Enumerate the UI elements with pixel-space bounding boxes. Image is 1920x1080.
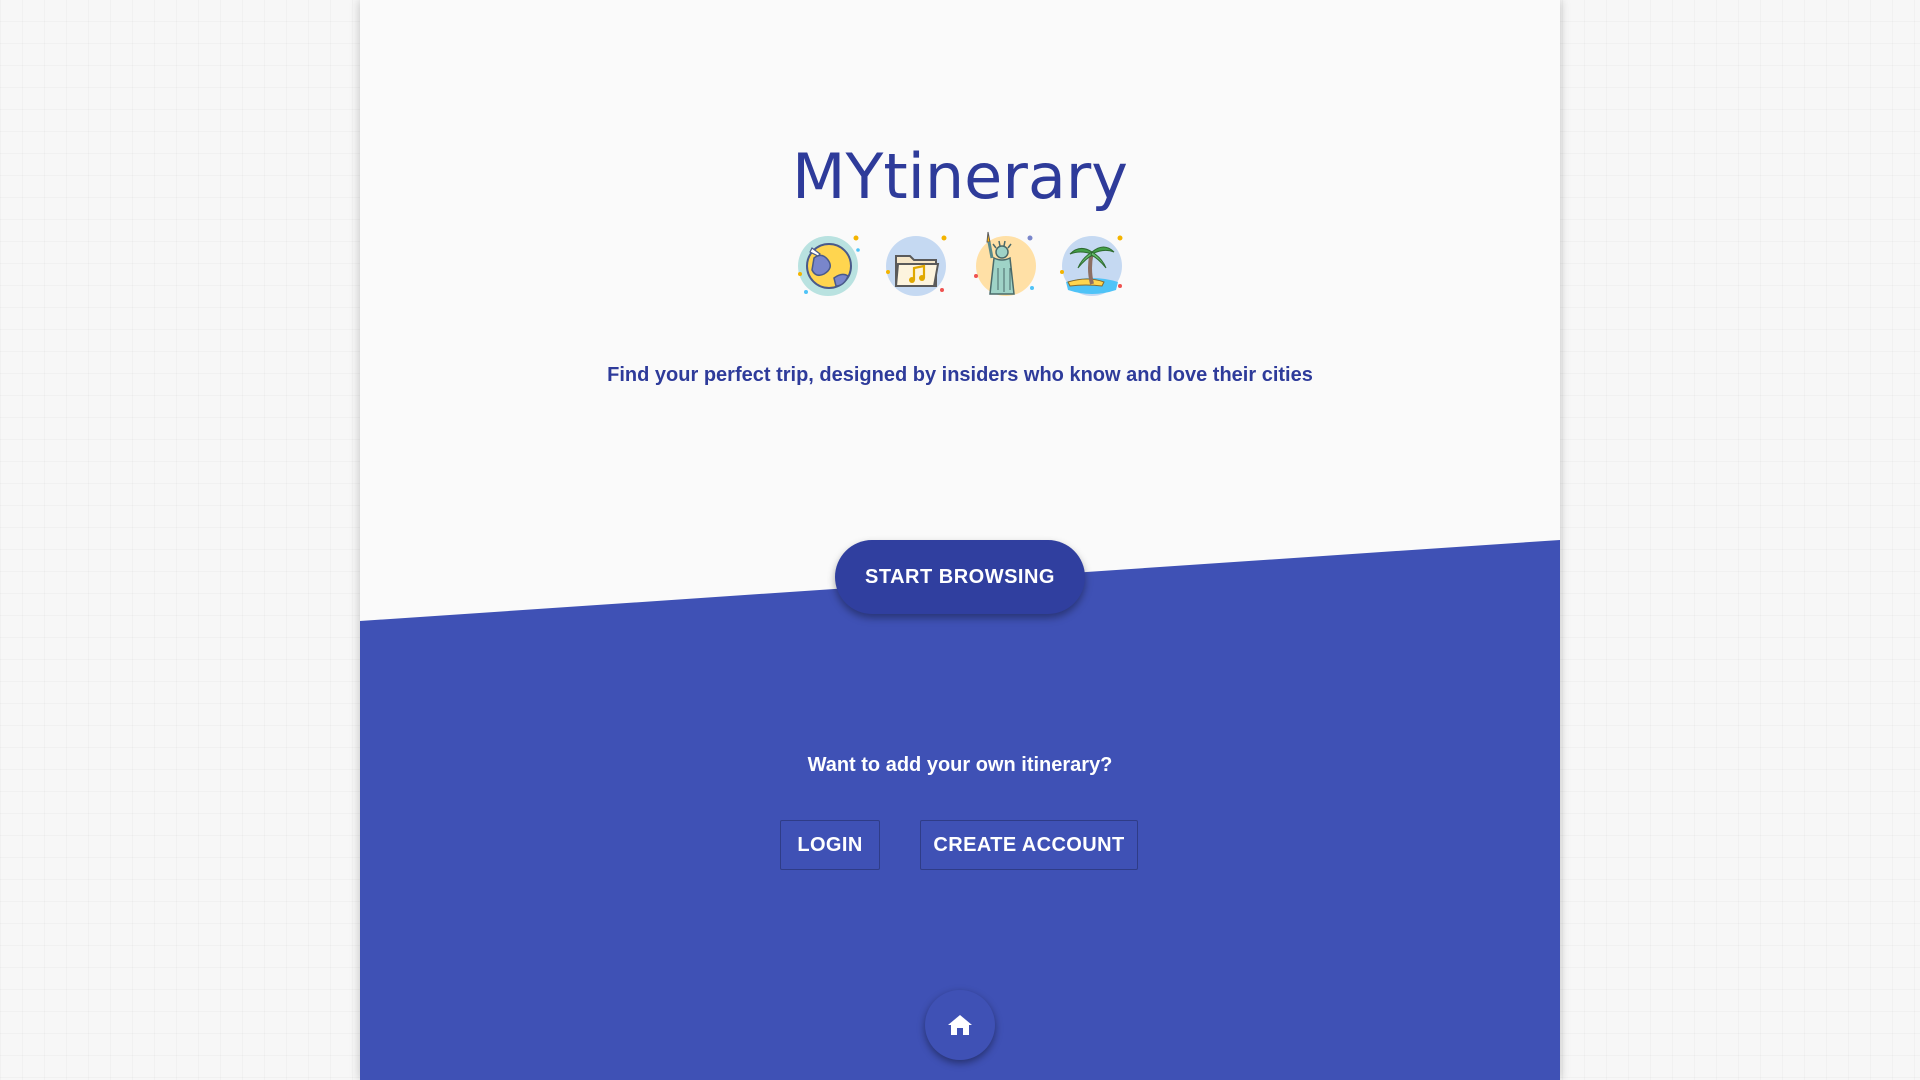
palm-tree-beach-icon <box>1058 228 1126 300</box>
create-account-button[interactable]: CREATE ACCOUNT <box>920 820 1138 870</box>
home-icon <box>948 1015 972 1035</box>
landing-page: MYtinerary Find your perfect trip, desig… <box>360 0 1560 1080</box>
tagline: Find your perfect trip, designed by insi… <box>607 364 1313 386</box>
add-itinerary-prompt: Want to add your own itinerary? <box>807 754 1113 776</box>
icon-row <box>360 228 1560 300</box>
statue-of-liberty-icon <box>970 228 1038 300</box>
login-button[interactable]: LOGIN <box>780 820 880 870</box>
app-title: MYtinerary <box>791 140 1128 213</box>
start-browsing-button[interactable]: START BROWSING <box>835 540 1085 614</box>
home-button[interactable] <box>925 990 995 1060</box>
music-folder-icon <box>882 228 950 300</box>
globe-plane-icon <box>794 228 862 300</box>
